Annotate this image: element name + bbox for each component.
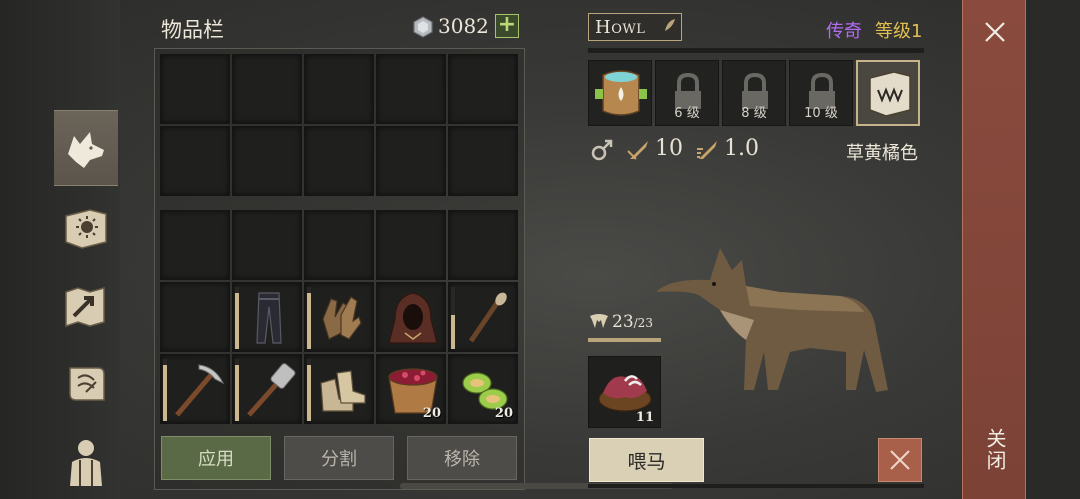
fang-book-icon [869,71,911,117]
pet-equip-slot[interactable] [588,60,652,126]
close-panel[interactable] [962,0,1026,499]
pet-name-field[interactable]: Howl [588,13,682,41]
inventory-slot[interactable] [160,126,230,196]
inventory-slot[interactable] [304,126,374,196]
inventory-slot[interactable] [376,282,446,352]
rename-quill-icon[interactable] [659,17,677,37]
meat-bowl-icon [598,375,652,412]
coat-color-label: 草黄橘色 [846,143,918,164]
pet-equip-slot-locked[interactable]: 8 级 [722,60,786,126]
unlock-level-label: 10 级 [804,106,838,121]
torch-icon [468,292,507,343]
apply-button[interactable]: 应用 [161,436,271,480]
food-current: 23 [612,312,634,332]
item-quantity: 20 [494,406,513,421]
sun-book-icon [65,209,107,249]
character-icon [70,440,102,486]
inventory-slot[interactable] [160,282,230,352]
unlock-level-label: 6 级 [674,106,700,121]
boots-icon [320,370,366,412]
inventory-slot[interactable] [376,210,446,280]
attack-icon [627,141,648,160]
saddlebag-icon [595,70,647,116]
feed-item-slot[interactable]: 11 [588,356,661,428]
inventory-slot[interactable] [232,126,302,196]
inventory-slot[interactable] [160,354,230,424]
inventory-slot[interactable] [448,126,518,196]
remove-button[interactable]: 移除 [407,436,517,480]
rarity-label: 传奇 [826,21,862,42]
gem-icon [413,16,433,38]
inventory-title: 物品栏 [161,18,224,42]
side-tabs [0,0,120,499]
speed-value: 1.0 [724,136,759,161]
inventory-slot[interactable] [304,54,374,124]
inventory-slot[interactable] [304,282,374,352]
discard-button[interactable] [878,438,922,482]
speed-icon [697,141,717,159]
durability-bar [307,287,311,349]
inventory-slot[interactable] [448,282,518,352]
hammer-icon [247,363,296,417]
fangs-icon [590,314,608,328]
food-counter: 23/23 [612,312,653,332]
attack-value: 10 [655,136,683,161]
level-label: 等级1 [875,21,923,42]
food-bar [588,338,661,342]
close-icon[interactable] [983,20,1007,44]
close-label: 关闭 [983,428,1007,472]
tab-recipes[interactable] [54,346,118,422]
pants-icon [256,292,282,344]
inventory-slot[interactable] [232,210,302,280]
currency-value: 3082 [438,14,489,38]
inventory-slot[interactable] [376,54,446,124]
inventory-slot[interactable] [160,54,230,124]
item-quantity: 20 [422,406,441,421]
close-icon [890,450,910,470]
pet-equip-slot-locked[interactable]: 10 级 [789,60,853,126]
split-button[interactable]: 分割 [284,436,394,480]
wolf-head-icon [68,132,104,168]
item-quantity: 11 [635,410,654,425]
food-max: /23 [633,316,653,330]
inventory-slot[interactable] [304,210,374,280]
durability-bar [307,359,311,421]
male-icon [591,139,613,161]
durability-bar [235,359,239,421]
inventory-slot[interactable] [160,210,230,280]
screen-edge [1026,0,1080,499]
add-currency-button[interactable]: + [495,14,519,38]
divider [588,484,924,488]
inventory-slot[interactable] [448,210,518,280]
gloves-icon [322,296,362,340]
wolf-model [656,248,888,392]
pet-skill-slot[interactable] [856,60,920,126]
tab-character[interactable] [54,424,118,499]
inventory-slot[interactable] [232,282,302,352]
inventory-slot[interactable] [304,354,374,424]
inventory-slot[interactable]: 20 [448,354,518,424]
inventory-slot[interactable]: 20 [376,354,446,424]
pickaxe-icon [175,364,225,417]
inventory-slot[interactable] [232,54,302,124]
inventory-slot[interactable] [232,354,302,424]
map-icon [65,287,105,328]
durability-bar [163,359,167,421]
tab-map[interactable] [54,268,118,344]
inventory-slot[interactable] [448,54,518,124]
pet-equip-slot-locked[interactable]: 6 级 [655,60,719,126]
durability-bar [235,287,239,349]
feed-button[interactable]: 喂马 [589,438,704,482]
scroll-icon [69,367,105,401]
inventory-slot[interactable] [376,126,446,196]
tab-journal[interactable] [54,190,118,266]
hood-icon [388,292,438,344]
durability-bar [451,287,455,349]
divider [588,48,924,53]
pet-name: Howl [595,16,646,38]
unlock-level-label: 8 级 [741,106,767,121]
tab-pet[interactable] [54,110,118,186]
